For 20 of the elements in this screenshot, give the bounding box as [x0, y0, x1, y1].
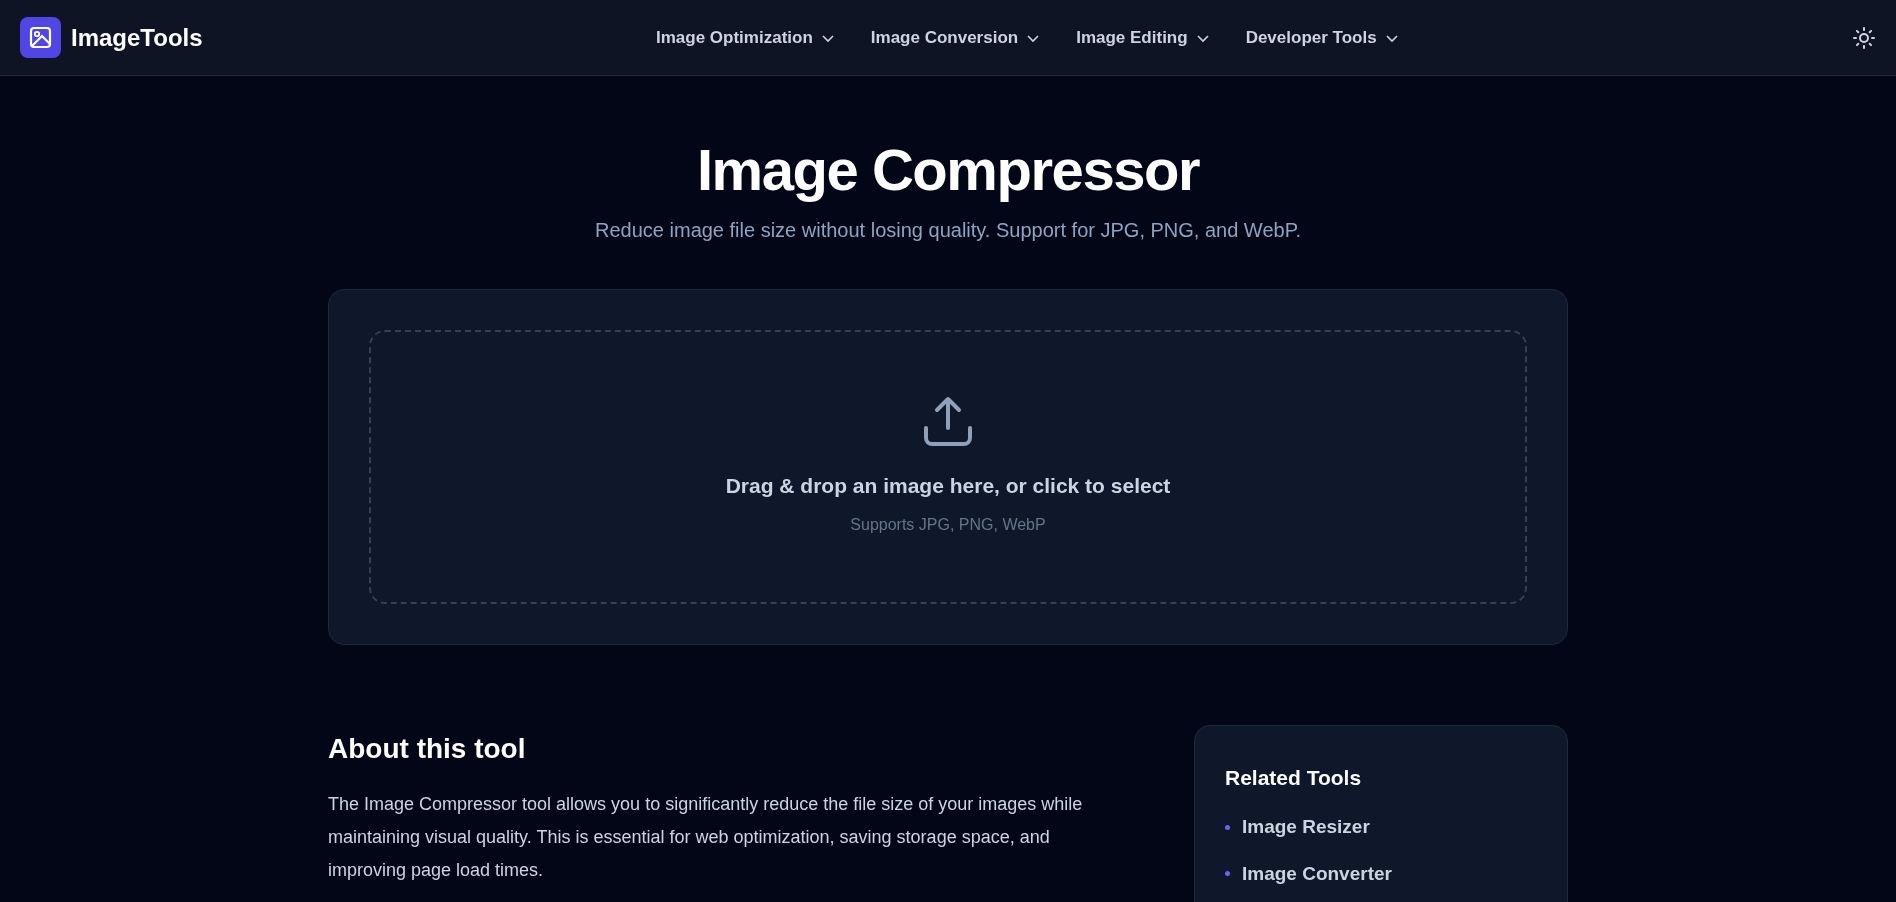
- dropzone-hint: Supports JPG, PNG, WebP: [850, 515, 1046, 536]
- about-paragraph: The Image Compressor tool allows you to significantly reduce the file size of your images while maintaining visual quality. This is essential for web optimization, saving storage space, and improving page load times.: [328, 792, 1084, 882]
- related-tool-link[interactable]: Image Resizer: [1242, 813, 1370, 842]
- dropzone[interactable]: Drag & drop an image here, or click to select Supports JPG, PNG, WebP: [369, 329, 1527, 604]
- related-tools-heading: Related Tools: [1225, 764, 1363, 791]
- nav-menu[interactable]: Developer Tools: [1245, 24, 1399, 51]
- bullet-icon: [1225, 871, 1230, 877]
- dropzone-prompt: Drag & drop an image here, or click to select: [725, 472, 1171, 499]
- upload-icon: [922, 395, 974, 448]
- nav-menu[interactable]: Image Editing: [1076, 24, 1210, 51]
- page-title: Image Compressor: [695, 136, 1201, 204]
- nav-menu[interactable]: Image Conversion: [870, 24, 1041, 51]
- section-heading: About this tool: [328, 731, 527, 766]
- logo-icon: [20, 17, 61, 58]
- bullet-icon: [1225, 824, 1230, 830]
- brand-name[interactable]: ImageTools: [71, 19, 203, 56]
- related-tool-link[interactable]: Image Converter: [1242, 859, 1392, 888]
- nav-menu[interactable]: Image Optimization: [656, 24, 835, 51]
- theme-toggle-icon[interactable]: [1852, 25, 1876, 50]
- page-subtitle: Reduce image file size without losing quality. Support for JPG, PNG, and WebP.: [594, 217, 1302, 243]
